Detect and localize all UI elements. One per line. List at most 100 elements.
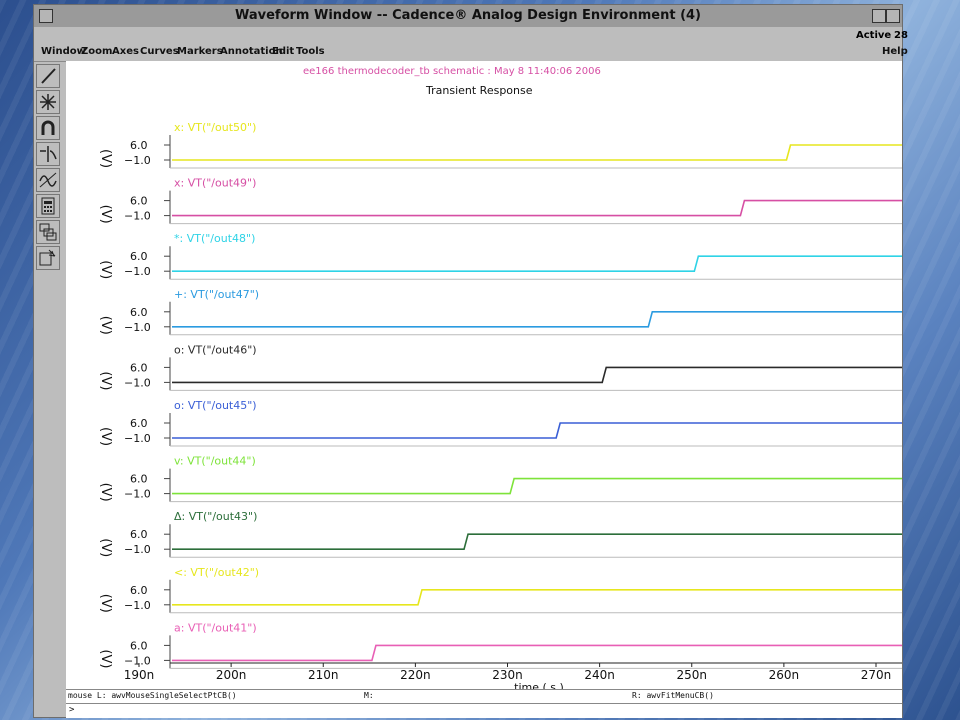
waveform-trace[interactable] xyxy=(172,366,906,384)
series-5[interactable]: o: VT("/out45") (V) 6.0 −1.0 xyxy=(98,399,906,447)
y-tick-label: 6.0 xyxy=(130,528,148,541)
series-4[interactable]: o: VT("/out46") (V) 6.0 −1.0 xyxy=(98,343,906,391)
y-tick-label: −1.0 xyxy=(124,376,151,389)
y-tick-label: 6.0 xyxy=(130,584,148,597)
menu-curves[interactable]: Curves xyxy=(140,46,179,57)
status-active: Active xyxy=(856,30,892,41)
waveform-window: Waveform Window -- Cadence® Analog Desig… xyxy=(33,4,908,718)
mouse-left-binding: mouse L: awvMouseSingleSelectPtCB() xyxy=(68,691,237,700)
menu-bar: Window Zoom Axes Curves Markers Annotati… xyxy=(34,43,908,62)
y-tick-label: 6.0 xyxy=(130,195,148,208)
pen-icon[interactable] xyxy=(36,64,60,88)
waveform-split-icon[interactable] xyxy=(36,142,60,166)
y-tick-label: −1.0 xyxy=(124,154,151,167)
y-tick-label: 6.0 xyxy=(130,361,148,374)
series-label: Δ: VT("/out43") xyxy=(174,510,257,523)
stack-icon[interactable] xyxy=(36,220,60,244)
x-tick-label: 220n xyxy=(400,668,431,682)
y-axis-label: (V) xyxy=(98,594,113,613)
waveform-trace[interactable] xyxy=(172,144,906,161)
menu-help[interactable]: Help xyxy=(882,46,908,57)
series-3[interactable]: +: VT("/out47") (V) 6.0 −1.0 xyxy=(98,288,906,336)
window-title: Waveform Window -- Cadence® Analog Desig… xyxy=(234,8,702,23)
y-axis-label: (V) xyxy=(98,149,113,168)
series-label: o: VT("/out46") xyxy=(174,343,257,356)
series-9[interactable]: a: VT("/out41") (V) 6.0 −1.0 xyxy=(98,621,906,669)
x-tick-label: 270n xyxy=(861,668,892,682)
sine-wave-icon[interactable] xyxy=(36,168,60,192)
x-tick-label: 260n xyxy=(769,668,800,682)
series-8[interactable]: <: VT("/out42") (V) 6.0 −1.0 xyxy=(98,566,906,614)
mouse-binding-bar: mouse L: awvMouseSingleSelectPtCB() M: R… xyxy=(66,689,902,703)
y-tick-label: −1.0 xyxy=(124,543,151,556)
y-axis-label: (V) xyxy=(98,316,113,335)
series-6[interactable]: v: VT("/out44") (V) 6.0 −1.0 xyxy=(98,455,906,503)
x-axis-label: time ( s ) xyxy=(514,681,564,689)
command-line[interactable]: > xyxy=(66,703,902,718)
x-tick-label: 210n xyxy=(308,668,339,682)
menu-axes[interactable]: Axes xyxy=(112,46,139,57)
waveform-trace[interactable] xyxy=(172,533,906,551)
y-tick-label: −1.0 xyxy=(124,210,151,223)
series-0[interactable]: x: VT("/out50") (V) 6.0 −1.0 xyxy=(98,121,906,169)
mouse-middle-binding: M: xyxy=(364,691,374,700)
x-tick-label: 240n xyxy=(584,668,615,682)
magnet-icon[interactable] xyxy=(36,116,60,140)
series-label: o: VT("/out45") xyxy=(174,399,257,412)
y-tick-label: 6.0 xyxy=(130,139,148,152)
menu-zoom[interactable]: Zoom xyxy=(81,46,112,57)
maximize-button[interactable] xyxy=(886,9,900,23)
y-axis-label: (V) xyxy=(98,483,113,502)
series-2[interactable]: *: VT("/out48") (V) 6.0 −1.0 xyxy=(98,232,906,280)
y-axis-label: (V) xyxy=(98,260,113,279)
y-tick-label: 6.0 xyxy=(130,306,148,319)
waveform-trace[interactable] xyxy=(172,255,906,272)
command-prompt: > xyxy=(69,705,75,715)
waveform-chart[interactable]: ee166 thermodecoder_tb schematic : May 8… xyxy=(66,61,906,694)
series-label: a: VT("/out41") xyxy=(174,621,257,634)
y-tick-label: 6.0 xyxy=(130,417,148,430)
calculator-icon[interactable] xyxy=(36,194,60,218)
y-axis-label: (V) xyxy=(98,371,113,390)
series-label: v: VT("/out44") xyxy=(174,455,256,468)
x-tick-label: 200n xyxy=(216,668,247,682)
y-tick-label: 6.0 xyxy=(130,473,148,486)
waveform-trace[interactable] xyxy=(172,644,906,662)
y-tick-label: −1.0 xyxy=(124,265,151,278)
crosshair-icon[interactable] xyxy=(36,90,60,114)
minimize-button[interactable] xyxy=(872,9,886,23)
menu-tools[interactable]: Tools xyxy=(296,46,325,57)
y-tick-label: −1.0 xyxy=(124,432,151,445)
series-1[interactable]: x: VT("/out49") (V) 6.0 −1.0 xyxy=(98,177,906,225)
series-label: <: VT("/out42") xyxy=(174,566,259,579)
series-label: x: VT("/out49") xyxy=(174,177,256,190)
series-7[interactable]: Δ: VT("/out43") (V) 6.0 −1.0 xyxy=(98,510,906,558)
y-tick-label: −1.0 xyxy=(124,488,151,501)
y-tick-label: −1.0 xyxy=(124,599,151,612)
waveform-trace[interactable] xyxy=(172,199,906,217)
chart-title: Transient Response xyxy=(425,84,533,97)
series-label: x: VT("/out50") xyxy=(174,121,256,134)
waveform-trace[interactable] xyxy=(172,588,906,606)
menu-edit[interactable]: Edit xyxy=(272,46,294,57)
menu-window[interactable]: Window xyxy=(41,46,86,57)
y-axis-label: (V) xyxy=(98,427,113,446)
plot-panel[interactable]: ee166 thermodecoder_tb schematic : May 8… xyxy=(66,61,906,694)
waveform-trace[interactable] xyxy=(172,422,906,439)
series-label: *: VT("/out48") xyxy=(174,232,255,245)
y-tick-label: 6.0 xyxy=(130,639,148,652)
y-axis-label: (V) xyxy=(98,538,113,557)
y-tick-label: −1.0 xyxy=(124,654,151,667)
zoom-box-icon[interactable] xyxy=(36,246,60,270)
menu-markers[interactable]: Markers xyxy=(177,46,223,57)
y-axis-label: (V) xyxy=(98,649,113,668)
title-bar[interactable]: Waveform Window -- Cadence® Analog Desig… xyxy=(34,5,902,28)
y-tick-label: 6.0 xyxy=(130,250,148,263)
waveform-trace[interactable] xyxy=(172,311,906,328)
x-tick-label: 250n xyxy=(676,668,707,682)
mouse-right-binding: R: awvFitMenuCB() xyxy=(632,691,714,700)
window-menu-button[interactable] xyxy=(39,9,53,23)
waveform-trace[interactable] xyxy=(172,477,906,495)
status-counter: 28 xyxy=(894,30,908,41)
y-tick-label: −1.0 xyxy=(124,321,151,334)
